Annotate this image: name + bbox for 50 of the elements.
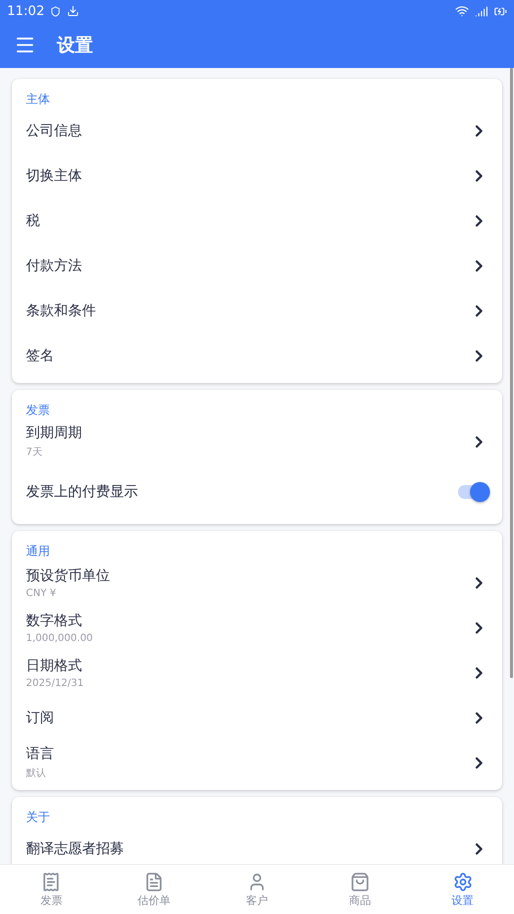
section-title: 发票 [25, 402, 51, 419]
row-label: 预设货币单位 [26, 566, 111, 584]
row-label: 切换主体 [26, 166, 83, 184]
row-value: CNY ¥ [26, 588, 58, 598]
settings-row[interactable]: 日期格式 2025/12/31 [12, 650, 502, 695]
row-label: 数字格式 [26, 612, 83, 630]
settings-row[interactable]: 税 [12, 198, 502, 243]
shield-icon [50, 6, 62, 16]
download-icon [67, 5, 80, 17]
settings-row[interactable]: 公司信息 [12, 108, 502, 153]
settings-row[interactable]: 数字格式 1,000,000.00 [12, 605, 502, 650]
section-title: 主体 [25, 91, 51, 108]
nav-tab[interactable]: 设置 [411, 865, 514, 914]
app-title: 设置 [57, 34, 93, 57]
settings-row[interactable]: 语言 默认 [12, 740, 502, 785]
settings-row[interactable]: 签名 [12, 333, 502, 378]
status-time: 11:02 [7, 4, 44, 18]
section-title: 关于 [25, 809, 51, 826]
signal-icon [475, 4, 488, 18]
settings-row[interactable]: 到期周期 7天 [12, 419, 502, 464]
settings-row[interactable]: 发票上的付费显示 [12, 464, 502, 519]
row-label: 发票上的付费显示 [26, 482, 139, 500]
settings-row[interactable]: 翻译志愿者招募 [12, 826, 502, 864]
settings-row[interactable]: 切换主体 [12, 153, 502, 198]
document-icon [144, 872, 164, 892]
settings-row[interactable]: 订阅 [12, 695, 502, 740]
row-value: 2025/12/31 [26, 678, 85, 688]
row-label: 付款方法 [26, 256, 83, 274]
bag-icon [350, 872, 370, 892]
row-label: 到期周期 [26, 424, 83, 442]
row-label: 公司信息 [26, 122, 83, 140]
battery-icon [494, 4, 507, 18]
wifi-icon [455, 4, 469, 18]
settings-row[interactable]: 条款和条件 [12, 288, 502, 333]
row-label: 语言 [26, 745, 55, 763]
row-label: 条款和条件 [26, 302, 97, 320]
row-value: 默认 [26, 767, 47, 780]
row-value: 1,000,000.00 [26, 632, 94, 644]
receipt-icon [41, 872, 62, 892]
settings-row[interactable]: 付款方法 [12, 243, 502, 288]
row-label: 税 [26, 212, 41, 230]
settings-icon [452, 872, 473, 892]
row-label: 翻译志愿者招募 [26, 840, 125, 858]
settings-row[interactable]: 预设货币单位 CNY ¥ [12, 560, 502, 605]
row-value: 7天 [26, 446, 44, 459]
row-label: 订阅 [26, 708, 55, 726]
row-label: 日期格式 [26, 656, 83, 674]
toggle-switch[interactable] [458, 484, 488, 498]
section-title: 通用 [25, 543, 51, 560]
row-label: 签名 [26, 346, 55, 364]
